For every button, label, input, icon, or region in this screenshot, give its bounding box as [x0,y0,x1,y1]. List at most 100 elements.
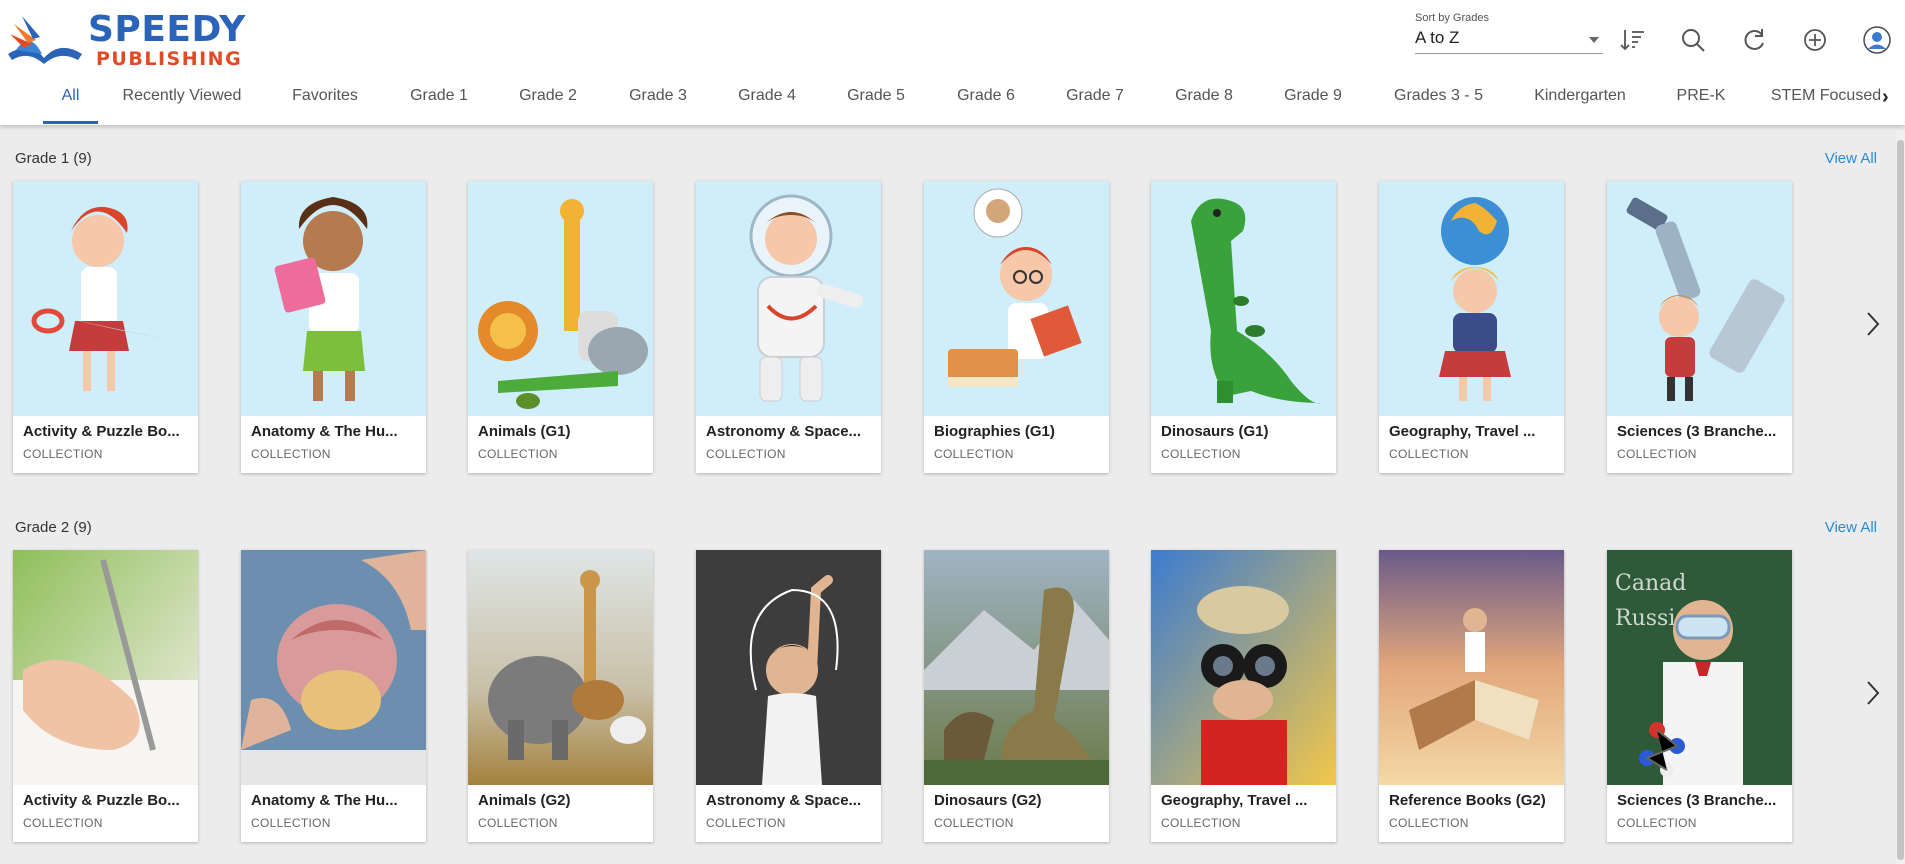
collection-card[interactable]: Astronomy & Space... COLLECTION [696,181,881,473]
search-button[interactable] [1677,24,1709,56]
collection-title[interactable]: Geography, Travel ... [1389,423,1554,440]
section-title-grade-1: Grade 1 (9) [15,150,92,167]
collection-title[interactable]: Biographies (G1) [934,423,1099,440]
collection-thumbnail[interactable] [1607,181,1792,416]
tab-grade-4[interactable]: Grade 4 [731,76,803,124]
account-button[interactable] [1861,24,1893,56]
add-button[interactable] [1799,24,1831,56]
row-next-button[interactable] [1862,673,1884,713]
collection-thumbnail[interactable] [924,181,1109,416]
collection-type-label: COLLECTION [706,816,786,830]
refresh-button[interactable] [1738,24,1770,56]
collection-thumbnail[interactable] [1379,181,1564,416]
collection-card[interactable]: Sciences (3 Branche... COLLECTION [1607,181,1792,473]
collection-title[interactable]: Dinosaurs (G1) [1161,423,1326,440]
collection-thumbnail[interactable] [468,550,653,785]
tab-grade-1[interactable]: Grade 1 [403,76,475,124]
collection-type-label: COLLECTION [1161,816,1241,830]
collection-thumbnail[interactable] [13,181,198,416]
tab-stem-focused[interactable]: STEM Focused [1768,76,1884,124]
collection-card[interactable]: Anatomy & The Hu... COLLECTION [241,181,426,473]
collection-thumbnail[interactable] [241,181,426,416]
collection-type-label: COLLECTION [23,447,103,461]
tab-recently-viewed[interactable]: Recently Viewed [118,76,246,124]
collection-thumbnail[interactable] [468,181,653,416]
collection-type-label: COLLECTION [251,447,331,461]
tab-grade-9[interactable]: Grade 9 [1277,76,1349,124]
brand-name: SPEEDY [88,9,246,50]
tab-grade-3[interactable]: Grade 3 [622,76,694,124]
collection-card[interactable]: Dinosaurs (G2) COLLECTION [924,550,1109,842]
collection-title[interactable]: Anatomy & The Hu... [251,423,416,440]
account-icon [1863,26,1891,54]
chevron-right-icon [1867,681,1880,705]
tab-grade-6[interactable]: Grade 6 [950,76,1022,124]
collection-type-label: COLLECTION [1617,447,1697,461]
collection-title[interactable]: Reference Books (G2) [1389,792,1554,809]
collection-title[interactable]: Animals (G1) [478,423,643,440]
collection-type-label: COLLECTION [934,447,1014,461]
sort-control: Sort by Grades A to Z [1415,12,1603,54]
collection-type-label: COLLECTION [23,816,103,830]
collection-title[interactable]: Activity & Puzzle Bo... [23,423,188,440]
view-all-link[interactable]: View All [1825,150,1877,167]
view-all-link[interactable]: View All [1825,519,1877,536]
collection-thumbnail[interactable] [1379,550,1564,785]
collection-card[interactable]: Biographies (G1) COLLECTION [924,181,1109,473]
tab-grade-7[interactable]: Grade 7 [1059,76,1131,124]
tab-all[interactable]: All [43,76,98,124]
tab-grades-3-5[interactable]: Grades 3 - 5 [1387,76,1490,124]
collection-card[interactable]: Canad Russia Sciences (3 Branche... COLLECT… [1607,550,1792,842]
collection-type-label: COLLECTION [1161,447,1241,461]
tab-pre-k[interactable]: PRE-K [1668,76,1734,124]
collection-type-label: COLLECTION [251,816,331,830]
search-icon [1682,29,1705,52]
collection-title[interactable]: Dinosaurs (G2) [934,792,1099,809]
collection-thumbnail[interactable] [696,550,881,785]
collection-thumbnail[interactable] [13,550,198,785]
chevron-right-icon[interactable]: › [1882,86,1889,109]
collection-card[interactable]: Dinosaurs (G1) COLLECTION [1151,181,1336,473]
collection-title[interactable]: Astronomy & Space... [706,423,871,440]
collection-type-label: COLLECTION [1389,447,1469,461]
add-icon [1804,29,1826,51]
collection-card[interactable]: Animals (G2) COLLECTION [468,550,653,842]
collection-thumbnail[interactable] [241,550,426,785]
collection-thumbnail[interactable] [696,181,881,416]
brand-logo[interactable]: SPEEDY PUBLISHING [2,10,245,70]
collection-card[interactable]: Geography, Travel ... COLLECTION [1151,550,1336,842]
collection-title[interactable]: Animals (G2) [478,792,643,809]
collection-thumbnail[interactable] [924,550,1109,785]
collection-title[interactable]: Astronomy & Space... [706,792,871,809]
collection-title[interactable]: Anatomy & The Hu... [251,792,416,809]
tab-favorites[interactable]: Favorites [282,76,368,124]
tab-grade-8[interactable]: Grade 8 [1168,76,1240,124]
collection-card[interactable]: Animals (G1) COLLECTION [468,181,653,473]
tab-grade-2[interactable]: Grade 2 [512,76,584,124]
brand-subname: PUBLISHING [96,48,243,70]
collection-title[interactable]: Geography, Travel ... [1161,792,1326,809]
collection-card[interactable]: Activity & Puzzle Bo... COLLECTION [13,181,198,473]
collection-type-label: COLLECTION [1389,816,1469,830]
tab-kindergarten[interactable]: Kindergarten [1525,76,1635,124]
collection-card[interactable]: Anatomy & The Hu... COLLECTION [241,550,426,842]
sort-select[interactable]: A to Z [1415,28,1603,54]
tab-grade-5[interactable]: Grade 5 [840,76,912,124]
sort-order-button[interactable] [1617,24,1649,56]
collection-card[interactable]: Activity & Puzzle Bo... COLLECTION [13,550,198,842]
collection-title[interactable]: Sciences (3 Branche... [1617,423,1782,440]
collection-thumbnail[interactable] [1151,550,1336,785]
collection-thumbnail[interactable]: Canad Russia [1607,550,1792,785]
scrollbar-thumb[interactable] [1897,140,1904,860]
collection-title[interactable]: Activity & Puzzle Bo... [23,792,188,809]
vertical-scrollbar[interactable] [1896,130,1905,864]
collection-title[interactable]: Sciences (3 Branche... [1617,792,1782,809]
section-title-grade-2: Grade 2 (9) [15,519,92,536]
collection-card[interactable]: Astronomy & Space... COLLECTION [696,550,881,842]
collection-thumbnail[interactable] [1151,181,1336,416]
collection-card[interactable]: Geography, Travel ... COLLECTION [1379,181,1564,473]
row-next-button[interactable] [1862,304,1884,344]
category-tabs: All Recently Viewed Favorites Grade 1 Gr… [0,76,1905,124]
sort-order-icon [1620,30,1644,51]
collection-card[interactable]: Reference Books (G2) COLLECTION [1379,550,1564,842]
